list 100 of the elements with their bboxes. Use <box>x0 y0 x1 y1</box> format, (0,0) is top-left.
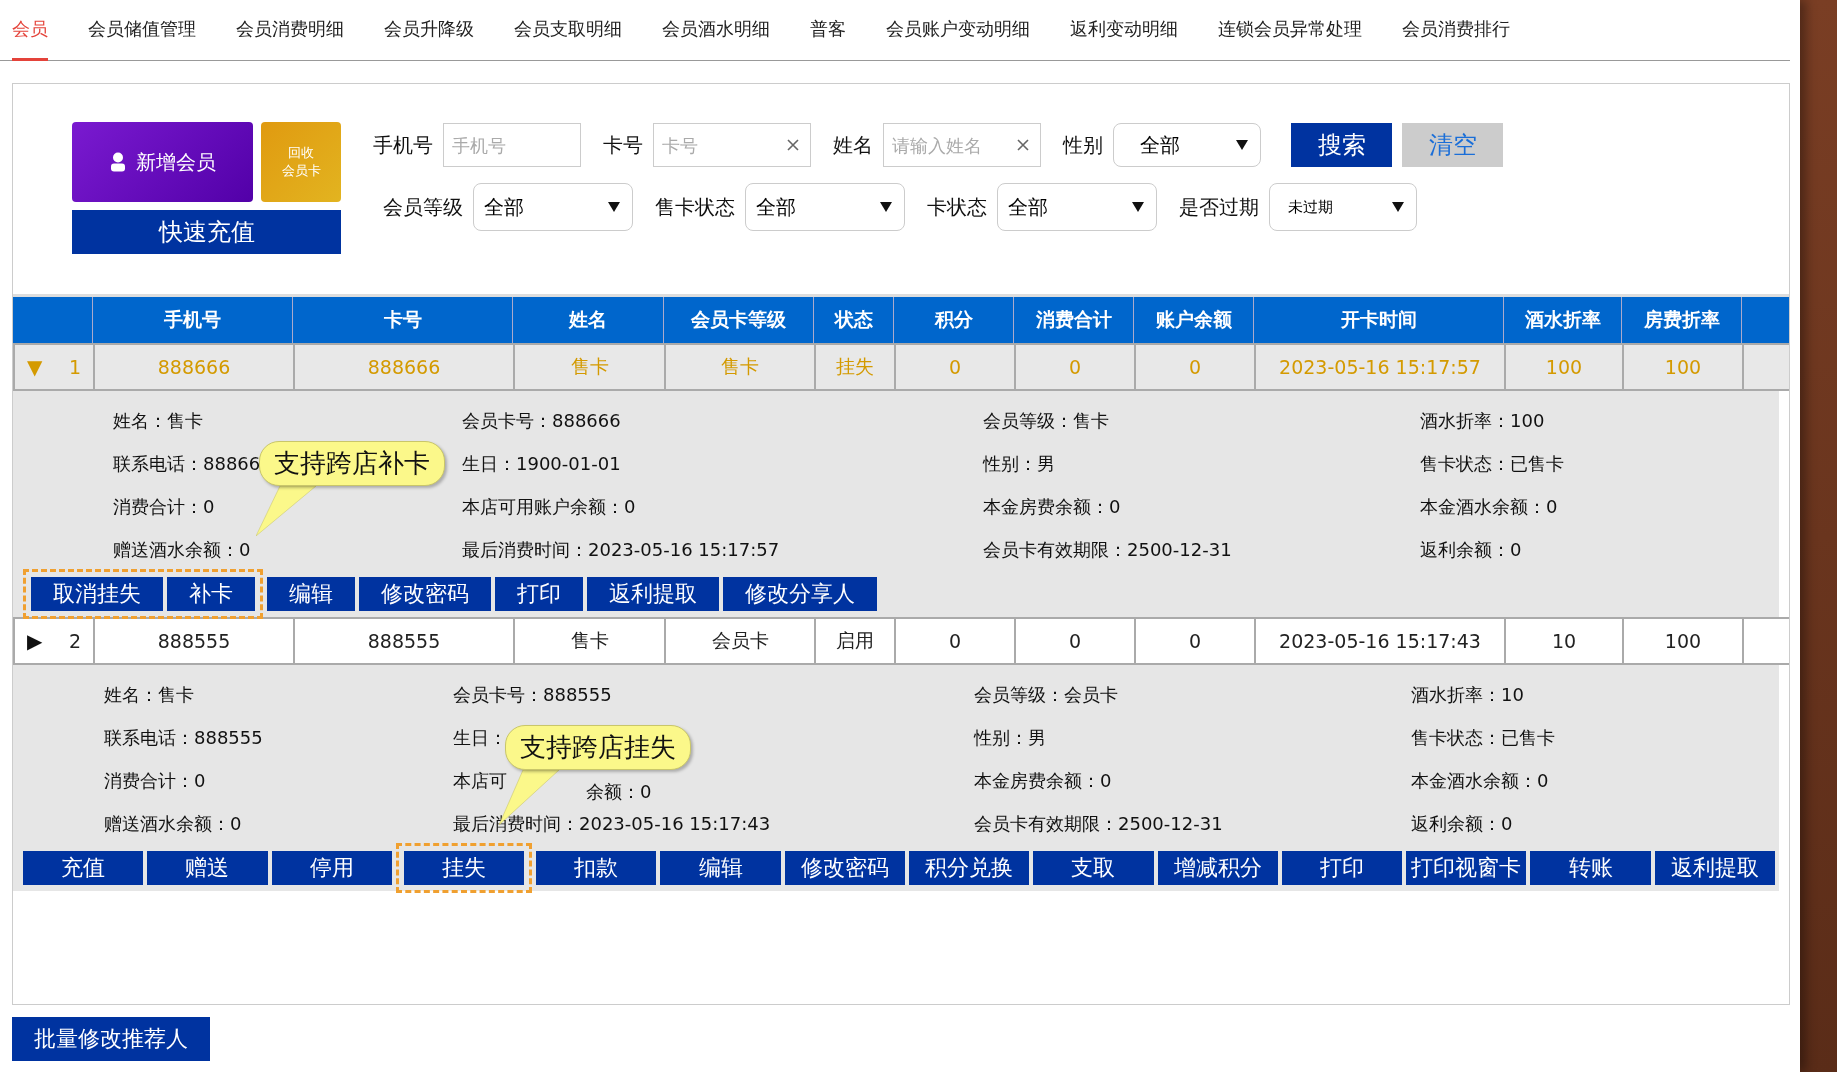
action-button[interactable]: 打印 <box>495 577 583 611</box>
input-field[interactable]: 请输入姓名 <box>883 123 1041 167</box>
detail-text: 酒水折率：100 <box>1420 408 1545 433</box>
detail-text: 联系电话：88866 <box>113 451 261 476</box>
dropdown[interactable]: 全部 <box>745 183 905 231</box>
table-cell-text: 售卡 <box>570 354 609 379</box>
tab[interactable]: 连锁会员异常处理 <box>1218 0 1362 61</box>
person-icon <box>109 152 126 172</box>
detail-text: 消费合计：0 <box>113 494 215 519</box>
filter-label: 卡状态 <box>927 193 987 221</box>
batch-edit-referrer-button[interactable]: 批量修改推荐人 <box>12 1017 210 1061</box>
detail-text: 返利余额：0 <box>1411 811 1513 836</box>
action-button[interactable]: 支取 <box>1033 851 1154 885</box>
filter-label: 性别 <box>1063 131 1103 159</box>
close-icon[interactable] <box>787 139 799 151</box>
action-button[interactable]: 返利提取 <box>587 577 719 611</box>
search-button[interactable]: 搜索 <box>1291 123 1392 167</box>
action-button[interactable]: 停用 <box>271 851 392 885</box>
input-field[interactable]: 手机号 <box>443 123 581 167</box>
tab[interactable]: 会员消费排行 <box>1402 0 1510 61</box>
detail-text: 最后消费时间：2023-05-16 15:17:57 <box>462 537 780 562</box>
table-cell: 0 <box>1068 356 1082 378</box>
action-button[interactable]: 修改密码 <box>784 851 905 885</box>
table-cell: 888555 <box>157 630 231 652</box>
detail-text: 酒水折率：10 <box>1411 682 1524 707</box>
filter-label: 售卡状态 <box>655 193 735 221</box>
action-button[interactable]: 编辑 <box>660 851 781 885</box>
detail-text: 性别：男 <box>974 725 1046 750</box>
detail-text: 售卡状态：已售卡 <box>1411 725 1555 750</box>
table-row[interactable]: ▶ 2 888555 888555 售卡 会员卡 启用 0 0 0 2023-05-16 15:17:43 10 100 <box>13 617 1789 665</box>
table-cell: 888666 <box>157 356 231 378</box>
tab[interactable]: 会员升降级 <box>384 0 474 61</box>
table-cell: 0 <box>1188 356 1202 378</box>
action-button[interactable]: 打印视窗卡 <box>1406 851 1527 885</box>
detail-text: 会员卡号：888555 <box>453 682 612 707</box>
filter-label: 手机号 <box>373 131 433 159</box>
detail-text: 姓名：售卡 <box>113 408 203 433</box>
detail-text: 会员卡号：888666 <box>462 408 621 433</box>
action-button[interactable]: 增减积分 <box>1157 851 1278 885</box>
table-cell: 2023-05-16 15:17:43 <box>1279 630 1481 652</box>
tab[interactable]: 普客 <box>810 0 846 61</box>
action-button[interactable]: 赠送 <box>147 851 268 885</box>
expand-toggle[interactable]: ▶ <box>27 629 43 653</box>
table-cell: 0 <box>948 630 962 652</box>
table-cell: 10 <box>1551 630 1577 652</box>
action-button[interactable]: 返利提取 <box>1654 851 1775 885</box>
table-cell-text: 会员卡 <box>711 628 769 653</box>
row-number: 1 <box>68 356 81 378</box>
detail-text: 会员卡有效期限：2500-12-31 <box>983 537 1232 562</box>
table-cell: 100 <box>1664 356 1702 378</box>
filter-label: 会员等级 <box>383 193 463 221</box>
tab[interactable]: 会员酒水明细 <box>662 0 770 61</box>
detail-text: 会员卡有效期限：2500-12-31 <box>974 811 1223 836</box>
table-cell-text: 挂失 <box>836 354 874 379</box>
table-cell: 0 <box>1188 630 1202 652</box>
table-cell: 0 <box>1068 630 1082 652</box>
detail-text: 售卡状态：已售卡 <box>1420 451 1564 476</box>
action-button[interactable]: 扣款 <box>536 851 657 885</box>
table-cell-text: 售卡 <box>570 628 609 653</box>
filter-label: 姓名 <box>833 131 873 159</box>
tab[interactable]: 会员账户变动明细 <box>886 0 1030 61</box>
row-number: 2 <box>68 630 81 652</box>
tab[interactable]: 会员消费明细 <box>236 0 344 61</box>
action-button[interactable]: 转账 <box>1530 851 1651 885</box>
detail-text: 赠送酒水余额：0 <box>113 537 251 562</box>
detail-text: 本金酒水余额：0 <box>1411 768 1549 793</box>
table-cell-text: 启用 <box>836 628 874 653</box>
action-button[interactable]: 积分兑换 <box>908 851 1030 885</box>
input-field[interactable]: 卡号 <box>653 123 811 167</box>
action-button[interactable]: 编辑 <box>267 577 355 611</box>
detail-text: 会员等级：售卡 <box>983 408 1109 433</box>
dropdown-arrow-icon <box>880 202 892 212</box>
table-cell: 2023-05-16 15:17:57 <box>1279 356 1481 378</box>
action-button[interactable]: 修改密码 <box>359 577 491 611</box>
action-button[interactable]: 挂失 <box>403 851 525 885</box>
table-cell: 888555 <box>367 630 441 652</box>
detail-text: 本金房费余额：0 <box>974 768 1112 793</box>
tab[interactable]: 会员 <box>12 0 48 61</box>
dropdown-arrow-icon <box>608 202 620 212</box>
dropdown[interactable]: 未过期 <box>1269 183 1417 231</box>
tab[interactable]: 返利变动明细 <box>1070 0 1178 61</box>
table-cell: 0 <box>948 356 962 378</box>
action-button[interactable]: 打印 <box>1281 851 1403 885</box>
filter-label: 是否过期 <box>1179 193 1259 221</box>
quick-recharge-button[interactable]: 快速充值 <box>72 210 341 254</box>
detail-text: 会员等级：会员卡 <box>974 682 1118 707</box>
tab[interactable]: 会员储值管理 <box>88 0 196 61</box>
action-button[interactable]: 补卡 <box>167 577 255 611</box>
action-button[interactable]: 修改分享人 <box>723 577 877 611</box>
detail-text: 本金房费余额：0 <box>983 494 1121 519</box>
tab[interactable]: 会员支取明细 <box>514 0 622 61</box>
dropdown[interactable]: 全部 <box>1113 123 1261 167</box>
dropdown[interactable]: 全部 <box>473 183 633 231</box>
close-icon[interactable] <box>1017 139 1029 151</box>
action-button[interactable]: 充值 <box>23 851 144 885</box>
detail-text: 本金酒水余额：0 <box>1420 494 1558 519</box>
action-button[interactable]: 取消挂失 <box>31 577 163 611</box>
add-member-button[interactable]: 新增会员 <box>72 122 253 202</box>
dropdown-arrow-icon <box>1392 202 1404 212</box>
dropdown[interactable]: 全部 <box>997 183 1157 231</box>
